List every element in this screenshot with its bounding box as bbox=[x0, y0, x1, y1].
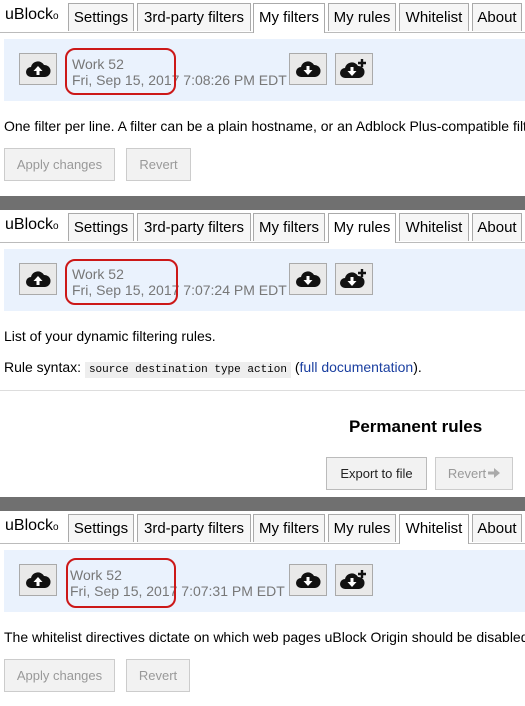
cloud-pull-button[interactable] bbox=[289, 53, 327, 85]
brand-logo: uBlocko bbox=[5, 517, 59, 534]
tab-bar: uBlocko Settings 3rd-party filters My fi… bbox=[0, 210, 525, 243]
cloud-pull-merge-button[interactable] bbox=[335, 263, 373, 295]
cloud-sync-bar: Work 52 Fri, Sep 15, 2017 7:07:31 PM EDT bbox=[4, 550, 525, 612]
revert-label: Revert bbox=[447, 466, 487, 481]
brand-logo: uBlocko bbox=[5, 6, 59, 23]
tab-my-rules[interactable]: My rules bbox=[328, 3, 396, 31]
filters-description: One filter per line. A filter can be a p… bbox=[4, 118, 525, 134]
cloud-download-plus-icon bbox=[340, 268, 368, 290]
highlight-oval bbox=[66, 558, 176, 608]
cloud-upload-icon bbox=[25, 59, 51, 79]
cloud-pull-button[interactable] bbox=[289, 564, 327, 596]
tab-settings[interactable]: Settings bbox=[68, 3, 134, 31]
tab-whitelist[interactable]: Whitelist bbox=[399, 514, 469, 544]
tab-3rd-party-filters[interactable]: 3rd-party filters bbox=[137, 514, 251, 542]
backup-time: 7:07:31 PM EDT bbox=[181, 583, 285, 599]
panel-whitelist: uBlocko Settings 3rd-party filters My fi… bbox=[0, 511, 525, 706]
tab-3rd-party-filters[interactable]: 3rd-party filters bbox=[137, 213, 251, 241]
cloud-upload-icon bbox=[25, 570, 51, 590]
rule-syntax-label: Rule syntax: bbox=[4, 359, 82, 375]
revert-button[interactable]: Revert bbox=[126, 659, 190, 692]
cloud-download-plus-icon bbox=[340, 58, 368, 80]
brand-logo: uBlocko bbox=[5, 216, 59, 233]
cloud-upload-icon bbox=[25, 269, 51, 289]
cloud-sync-bar: Work 52 Fri, Sep 15, 2017 7:07:24 PM EDT bbox=[4, 249, 525, 311]
cloud-push-button[interactable] bbox=[19, 564, 57, 596]
apply-changes-button[interactable]: Apply changes bbox=[4, 659, 115, 692]
cloud-download-icon bbox=[295, 570, 321, 590]
revert-button[interactable]: Revert bbox=[435, 457, 513, 490]
cloud-push-button[interactable] bbox=[19, 263, 57, 295]
tab-my-filters[interactable]: My filters bbox=[253, 3, 325, 33]
cloud-download-plus-icon bbox=[340, 569, 368, 591]
cloud-sync-bar: Work 52 Fri, Sep 15, 2017 7:08:26 PM EDT bbox=[4, 39, 525, 101]
rule-syntax-code: source destination type action bbox=[84, 362, 291, 378]
tab-my-filters[interactable]: My filters bbox=[253, 213, 325, 241]
export-to-file-button[interactable]: Export to file bbox=[326, 457, 427, 490]
cloud-pull-merge-button[interactable] bbox=[335, 53, 373, 85]
tab-whitelist[interactable]: Whitelist bbox=[399, 3, 469, 31]
arrow-right-icon bbox=[488, 466, 501, 481]
screenshot-separator bbox=[0, 196, 525, 210]
rule-syntax: Rule syntax: source destination type act… bbox=[4, 359, 422, 378]
tab-settings[interactable]: Settings bbox=[68, 213, 134, 241]
cloud-push-button[interactable] bbox=[19, 53, 57, 85]
tab-my-filters[interactable]: My filters bbox=[253, 514, 325, 542]
apply-changes-button[interactable]: Apply changes bbox=[4, 148, 115, 181]
tab-about[interactable]: About bbox=[472, 514, 522, 542]
tab-about[interactable]: About bbox=[472, 213, 522, 241]
whitelist-description: The whitelist directives dictate on whic… bbox=[4, 629, 525, 645]
tab-whitelist[interactable]: Whitelist bbox=[399, 213, 469, 241]
full-documentation-link[interactable]: full documentation bbox=[300, 359, 414, 375]
highlight-oval bbox=[65, 48, 176, 95]
tab-bar: uBlocko Settings 3rd-party filters My fi… bbox=[0, 0, 525, 33]
revert-button[interactable]: Revert bbox=[126, 148, 191, 181]
tab-about[interactable]: About bbox=[472, 3, 522, 31]
rules-description: List of your dynamic filtering rules. bbox=[4, 328, 216, 344]
tab-settings[interactable]: Settings bbox=[68, 514, 134, 542]
cloud-pull-button[interactable] bbox=[289, 263, 327, 295]
highlight-oval bbox=[65, 259, 178, 305]
tab-my-rules[interactable]: My rules bbox=[328, 514, 396, 542]
permanent-rules-heading: Permanent rules bbox=[349, 417, 483, 436]
cloud-download-icon bbox=[295, 59, 321, 79]
tab-bar: uBlocko Settings 3rd-party filters My fi… bbox=[0, 511, 525, 544]
cloud-download-icon bbox=[295, 269, 321, 289]
divider bbox=[0, 390, 525, 391]
tab-my-rules[interactable]: My rules bbox=[328, 213, 396, 243]
backup-time: 7:07:24 PM EDT bbox=[183, 282, 287, 298]
panel-my-rules: uBlocko Settings 3rd-party filters My fi… bbox=[0, 210, 525, 497]
panel-my-filters: uBlocko Settings 3rd-party filters My fi… bbox=[0, 0, 525, 196]
tab-3rd-party-filters[interactable]: 3rd-party filters bbox=[137, 3, 251, 31]
cloud-pull-merge-button[interactable] bbox=[335, 564, 373, 596]
screenshot-separator bbox=[0, 497, 525, 511]
backup-time: 7:08:26 PM EDT bbox=[183, 72, 287, 88]
